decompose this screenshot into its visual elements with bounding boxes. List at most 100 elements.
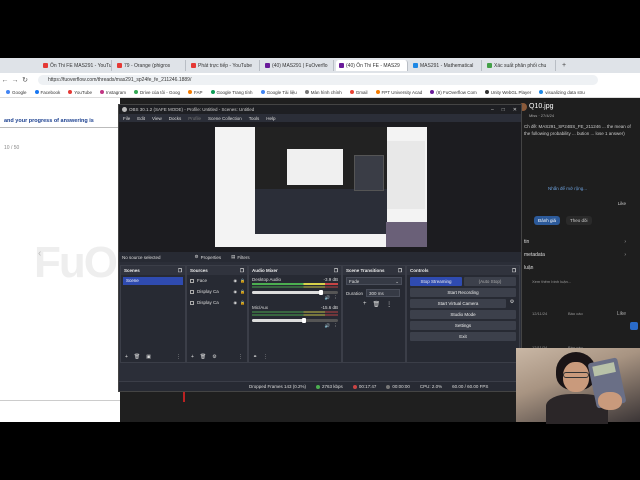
browser-tab[interactable]: Ôn Thi FE MAS291 - YouTu [40,60,112,71]
undock-icon[interactable]: ❐ [398,268,402,274]
page-count: 10 / 50 [4,145,20,151]
browser-tab[interactable]: (40) Ôn Thi FE - MAS29 [336,60,408,71]
start-virtual-camera-button[interactable]: Start Virtual Camera [410,299,506,308]
bookmark-item[interactable]: Facebook [34,90,60,95]
more-icon[interactable]: ⋮ [238,354,243,360]
menu-edit[interactable]: Edit [137,116,145,121]
source-item[interactable]: Face ◉ 🔒 [187,275,247,286]
duration-input[interactable]: 300 ms [366,289,401,297]
lock-icon[interactable]: 🔒 [240,278,245,283]
bookmark-item[interactable]: Google Tài liệu [260,90,297,95]
menu-docks[interactable]: Docks [169,116,182,121]
exit-button[interactable]: Exit [410,332,516,341]
undock-icon[interactable]: ❐ [334,268,338,274]
report-link[interactable]: Báo cáo [568,311,583,316]
bookmark-item[interactable]: Drive của tôi - Goog [133,90,180,95]
link-icon[interactable]: ⚭ [253,354,257,360]
start-recording-button[interactable]: Start Recording [410,288,516,297]
browser-tab[interactable]: Xác suất phân phối chu [484,60,556,71]
bookmark-item[interactable]: Google Trang tính [210,90,253,95]
stop-streaming-button[interactable]: Stop Streaming [410,277,462,286]
section-info[interactable]: tin [524,239,529,245]
menu-profile[interactable]: Profile [188,116,201,121]
bookmark-item[interactable]: FPT University Acad [375,90,422,95]
obs-preview[interactable] [119,122,521,252]
like-button[interactable]: Like [617,311,626,317]
bookmark-item[interactable]: (8) FuOverflow Com [430,90,477,95]
more-icon[interactable]: ⋮ [334,295,339,301]
reload-icon[interactable]: ↻ [20,76,30,84]
forward-icon[interactable]: → [10,77,20,84]
add-icon[interactable]: + [125,354,128,360]
volume-slider[interactable] [252,318,338,323]
see-more-link[interactable]: Nhấn để mở rộng... [548,186,587,191]
speaker-icon[interactable]: 🔊 [325,323,331,329]
menu-file[interactable]: File [123,116,130,121]
maximize-icon[interactable]: □ [502,107,505,113]
menu-scene-collection[interactable]: Scene Collection [208,116,242,121]
scene-item[interactable]: Scene [123,277,183,285]
browser-tab[interactable]: Phát trực tiếp - YouTube [188,60,260,71]
bookmark-item[interactable]: Màn hình chính [304,90,342,95]
section-metadata[interactable]: metadata [524,252,545,258]
chevron-right-icon[interactable]: › [624,252,626,258]
eye-icon[interactable]: ◉ [234,278,238,283]
bookmark-item[interactable]: FAP [188,90,203,95]
transition-select[interactable]: Fade ⌄ [346,277,402,285]
speaker-icon[interactable]: 🔊 [325,295,331,301]
gear-icon[interactable]: ⚙ [508,299,516,308]
browser-tab[interactable]: (40) MAS291 | FuOverflo [262,60,334,71]
minimize-icon[interactable]: – [491,107,494,113]
eye-icon[interactable]: ◉ [234,300,238,305]
menu-help[interactable]: Help [266,116,275,121]
menu-view[interactable]: View [152,116,162,121]
undock-icon[interactable]: ❐ [240,268,244,274]
bookmark-item[interactable]: Google [6,90,27,95]
show-more-comments[interactable]: Xem thêm bình luận... [532,279,571,284]
lock-icon[interactable]: 🔒 [240,289,245,294]
undock-icon[interactable]: ❐ [178,268,182,274]
add-icon[interactable]: + [191,354,194,360]
settings-button[interactable]: Settings [410,321,516,330]
scroll-top-icon[interactable] [630,322,638,330]
trash-icon[interactable]: 🗑 [134,354,140,360]
source-item[interactable]: Display Ca ◉ 🔒 [187,286,247,297]
prev-arrow-icon[interactable]: ‹ [38,248,41,259]
gear-icon[interactable]: ⚙ [212,354,216,360]
menu-tools[interactable]: Tools [249,116,260,121]
add-icon[interactable]: + [363,301,367,308]
new-tab-icon[interactable]: + [562,62,566,69]
source-item[interactable]: Display Ca ◉ 🔒 [187,297,247,308]
close-icon[interactable]: ✕ [513,107,517,113]
rate-button[interactable]: Đánh giá [534,216,561,225]
browser-tab[interactable]: 79 - Orange (phigros [114,60,186,71]
like-button[interactable]: Like [618,201,626,206]
eye-icon[interactable]: ◉ [234,289,238,294]
follow-button[interactable]: Theo dõi [566,216,592,225]
url-bar[interactable]: https://fuoverflow.com/threads/mas291_sp… [38,75,598,85]
filters-button[interactable]: ▤ Filters [231,254,250,260]
bookmark-item[interactable]: Gmail [349,90,368,95]
chevron-right-icon[interactable]: › [624,239,626,245]
volume-slider[interactable] [252,290,338,295]
more-icon[interactable]: ⋮ [386,301,392,308]
section-comments[interactable]: luận [524,265,533,271]
bookmark-item[interactable]: Unity WebGL Player [484,90,531,95]
back-icon[interactable]: ← [0,77,10,84]
auto-stop-button[interactable]: (Auto Stop) [464,277,516,286]
trash-icon[interactable]: 🗑 [373,301,381,308]
favicon-icon [260,90,265,94]
more-icon[interactable]: ⋮ [176,354,181,360]
bookmark-item[interactable]: YouTube [68,90,92,95]
properties-button[interactable]: ⚙ Properties [195,254,222,260]
lock-icon[interactable]: 🔒 [240,300,245,305]
trash-icon[interactable]: 🗑 [200,354,206,360]
filter-icon[interactable]: ▣ [146,354,151,360]
studio-mode-button[interactable]: Studio Mode [410,310,516,319]
browser-tab[interactable]: MAS291 - Mathematical [410,60,482,71]
bookmark-item[interactable]: Instagram [99,90,126,95]
bookmark-item[interactable]: visualizing data stru [539,90,585,95]
more-icon[interactable]: ⋮ [334,323,339,329]
more-icon[interactable]: ⋮ [263,354,268,360]
undock-icon[interactable]: ❐ [512,268,516,274]
